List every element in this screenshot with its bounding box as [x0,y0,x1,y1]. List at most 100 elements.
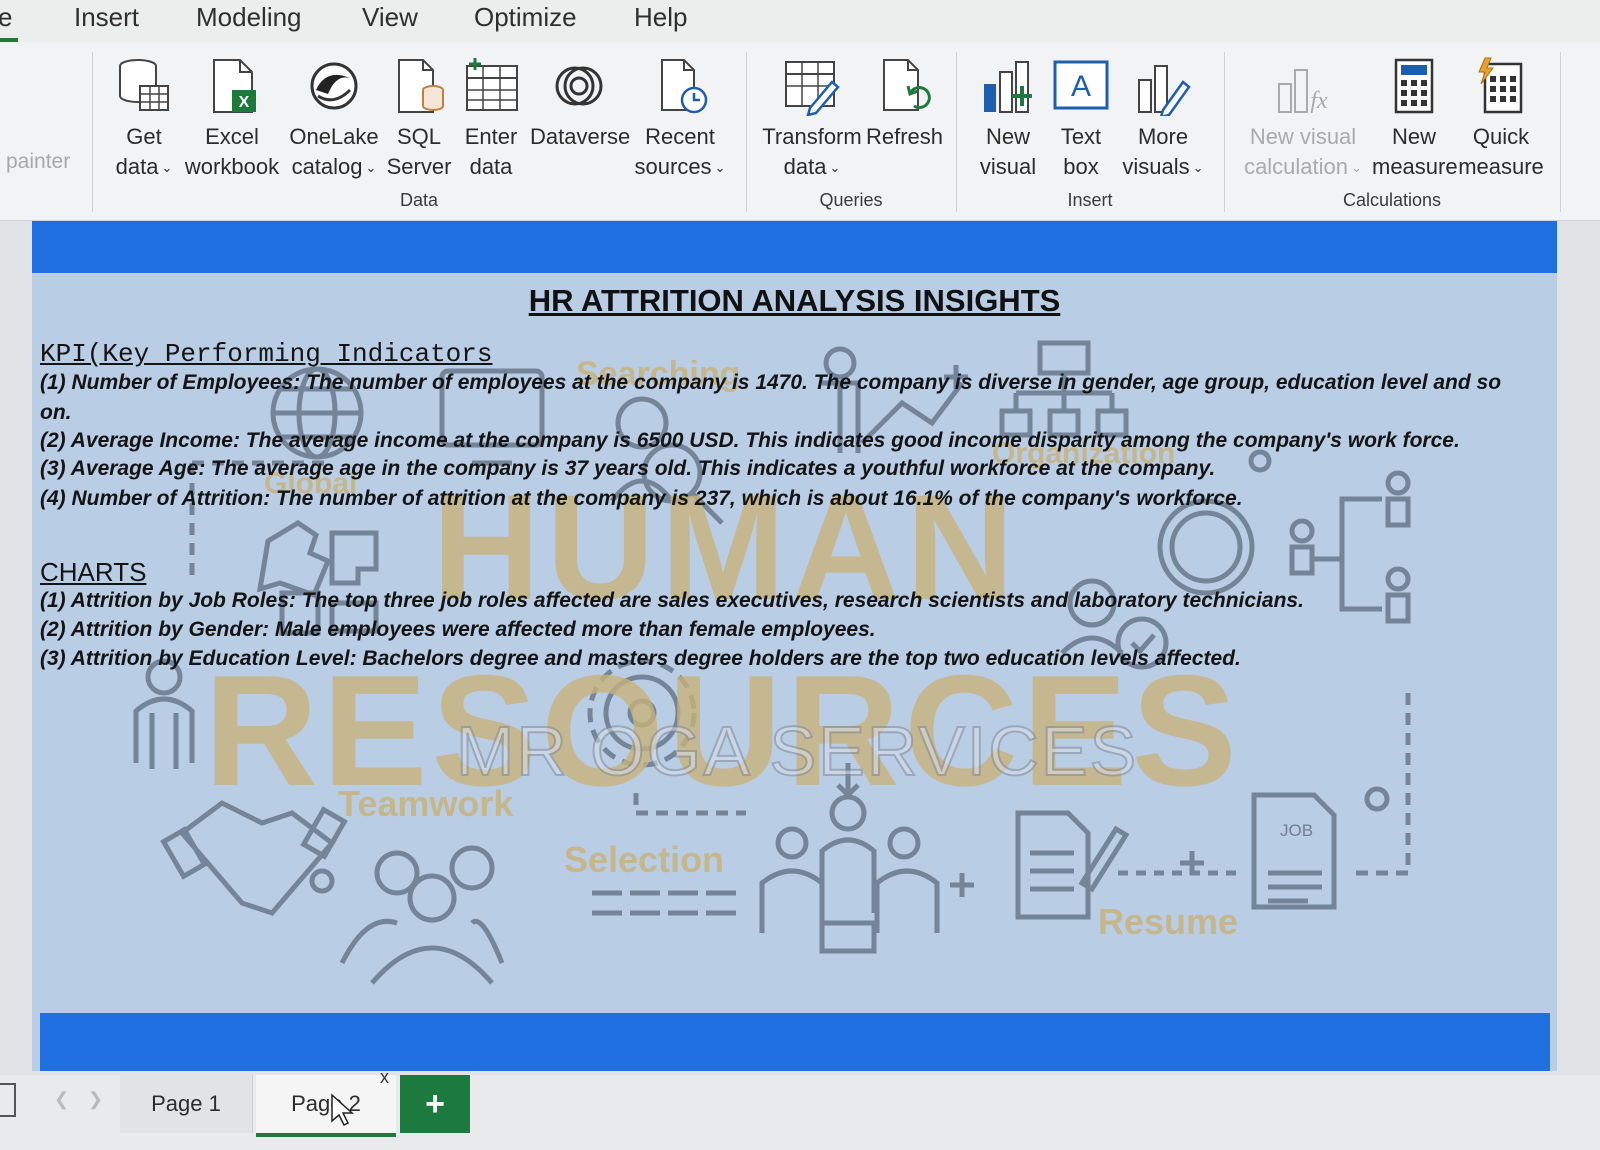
menu-tab-help[interactable]: Help [634,2,687,33]
chart-line-2: (2) Attrition by Gender: Male employees … [40,618,876,641]
refresh-icon [883,59,931,111]
sheet-panel-icon[interactable] [0,1083,16,1117]
transform-data-icon [785,61,840,116]
get-data-label-row: data ⌄ [102,152,186,183]
group-label-insert: Insert [1067,190,1113,210]
watermark-job: JOB [1280,821,1314,840]
menu-tab-insert[interactable]: Insert [74,2,139,33]
header-band [32,221,1557,273]
menu-tab-modeling[interactable]: Modeling [196,2,302,33]
get-data-label-2: data [115,154,159,179]
mouse-cursor-icon [331,1093,354,1127]
employee-left-icon [133,658,195,769]
dollar-coin-icon [1157,498,1255,596]
close-tab-icon[interactable]: x [380,1067,389,1088]
transform-label-2: data [783,154,827,179]
enter-data-button[interactable]: Enter data [458,56,524,182]
enter-label-2: data [469,154,513,179]
kpi-line-4: (4) Number of Attrition: The number of a… [40,487,1243,510]
group-label-calculations: Calculations [1342,190,1442,210]
more-visuals-button[interactable]: More visuals ⌄ [1118,56,1208,183]
quick-measure-icon [1478,57,1523,114]
ribbon-separator [92,52,93,212]
chevron-left-icon[interactable]: ❮ [54,1089,69,1110]
new-visual-calc-label-1: New visual [1249,124,1357,149]
report-canvas-area: HUMAN RESOURCES Searching Global Organiz… [0,221,1600,1075]
tab-page-1[interactable]: Page 1 [120,1075,253,1133]
sql-label-2: Server [386,154,452,179]
more-visuals-label-row: visuals ⌄ [1118,152,1208,183]
chevron-down-icon: ⌄ [829,160,841,176]
sql-server-button[interactable]: SQL Server [384,56,454,182]
text-box-button[interactable]: A Text box [1046,56,1116,182]
excel-file-icon: X [213,59,256,113]
recent-label-1: Recent [645,124,715,149]
sql-label-1: SQL [396,124,442,149]
more-visuals-label-2: visuals [1122,154,1190,179]
onelake-label-row: catalog ⌄ [288,152,380,183]
new-measure-button[interactable]: New measure [1372,56,1458,182]
ribbon-separator [746,52,747,212]
quick-measure-label-1: Quick [1472,124,1530,149]
format-painter-label[interactable]: painter [6,150,70,174]
resume-document-icon [1251,792,1337,910]
text-box-icon: A [1053,60,1109,110]
menu-tab-home[interactable]: e [0,2,12,33]
transform-label-row: data ⌄ [760,152,864,183]
refresh-label: Refresh [866,124,944,149]
kpi-heading: KPI(Key Performing Indicators [40,339,493,369]
menu-tab-optimize[interactable]: Optimize [474,2,577,33]
onelake-icon [310,62,358,110]
svg-text:fx: fx [1310,88,1328,114]
page-tab-bar: ❮ ❯ Page 1 Page 2 x + [0,1067,1600,1150]
sql-server-icon [398,59,444,113]
text-box-label-1: Text [1060,124,1102,149]
quick-measure-button[interactable]: Quick measure [1458,56,1544,182]
bar-chart-add-icon [984,61,1032,113]
group-label-queries: Queries [819,190,883,210]
kpi-line-1: (1) Number of Employees: The number of e… [40,371,1502,394]
quick-measure-label-2: measure [1458,154,1544,179]
onelake-catalog-button[interactable]: OneLake catalog ⌄ [288,56,380,183]
svg-text:A: A [1071,70,1091,103]
ribbon-separator [956,52,957,212]
ribbon: painter Get data ⌄ X Excel workbook OneL… [0,42,1600,221]
more-visuals-label-1: More [1137,124,1189,149]
recent-label-row: sources ⌄ [630,152,730,183]
menu-bar: e Insert Modeling View Optimize Help [0,0,1600,42]
report-page[interactable]: HUMAN RESOURCES Searching Global Organiz… [32,221,1557,1071]
new-visual-label-1: New [985,124,1030,149]
enter-label-1: Enter [464,124,518,149]
svg-text:X: X [239,94,250,111]
table-add-icon [466,58,518,111]
chevron-down-icon: ⌄ [714,160,726,176]
refresh-button[interactable]: Refresh [866,56,944,152]
onelake-label-2: catalog [291,154,363,179]
new-visual-calc-label-row: calculation ⌄ [1236,152,1370,183]
menu-tab-view[interactable]: View [362,2,418,33]
watermark-resume: Resume [1098,901,1239,942]
excel-workbook-button[interactable]: X Excel workbook [184,56,280,182]
chevron-down-icon: ⌄ [161,160,173,176]
dataverse-button[interactable]: Dataverse [530,56,630,152]
new-visual-calculation-button[interactable]: fx New visual calculation ⌄ [1236,56,1370,183]
watermark-mr-oga-services: MR OGA SERVICES [455,711,1139,791]
new-visual-button[interactable]: New visual [972,56,1044,182]
add-page-button[interactable]: + [400,1075,470,1133]
kpi-line-3: (3) Average Age: The average age in the … [40,457,1216,480]
recent-sources-button[interactable]: Recent sources ⌄ [630,56,730,183]
new-visual-label-2: visual [979,154,1037,179]
group-label-data: Data [399,190,439,210]
transform-data-button[interactable]: Transform data ⌄ [760,56,864,183]
new-visual-calc-label-2: calculation [1244,154,1349,179]
more-visuals-icon [1138,65,1191,116]
get-data-button[interactable]: Get data ⌄ [102,56,186,183]
chevron-right-icon[interactable]: ❯ [88,1089,103,1110]
recent-label-2: sources [634,154,712,179]
chevron-down-icon: ⌄ [1351,160,1362,176]
ribbon-separator [1560,52,1561,212]
calculator-icon [1394,58,1434,114]
text-box-label-2: box [1063,154,1099,179]
kpi-line-1-cont: on. [40,401,72,424]
tab-page-2[interactable]: Page 2 [256,1075,396,1137]
